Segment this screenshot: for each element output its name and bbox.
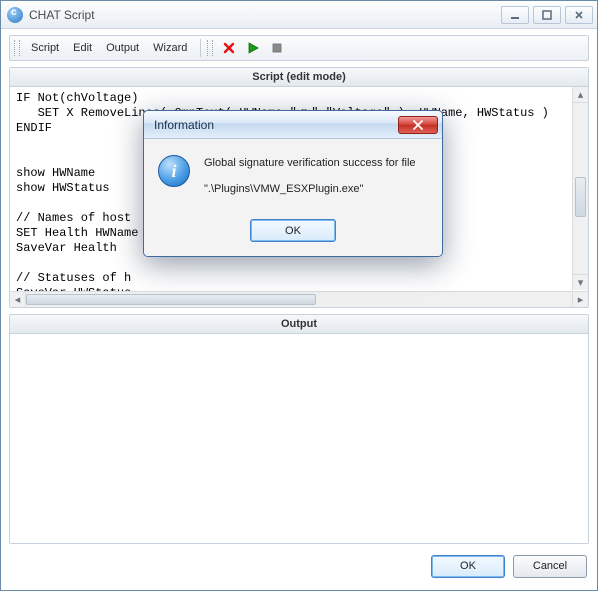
script-vscrollbar[interactable]: ▴ ▾ <box>572 87 588 290</box>
menu-script[interactable]: Script <box>24 39 66 57</box>
output-body[interactable] <box>10 334 588 543</box>
minimize-button[interactable] <box>501 6 529 24</box>
footer: OK Cancel <box>1 550 597 590</box>
dialog-line2: ".\Plugins\VMW_ESXPlugin.exe" <box>204 181 416 197</box>
scroll-down-icon[interactable]: ▾ <box>573 274 588 290</box>
ok-button[interactable]: OK <box>431 555 505 578</box>
hscroll-thumb[interactable] <box>26 294 316 305</box>
titlebar: CHAT Script <box>1 1 597 29</box>
info-icon: i <box>158 155 190 187</box>
run-button[interactable] <box>243 38 263 58</box>
stop-red-button[interactable] <box>219 38 239 58</box>
maximize-button[interactable] <box>533 6 561 24</box>
script-panel-header: Script (edit mode) <box>10 68 588 87</box>
toolbar-grip-2 <box>207 40 213 56</box>
scroll-left-icon[interactable]: ◂ <box>10 292 26 307</box>
dialog-message: Global signature verification success fo… <box>204 155 416 207</box>
dialog-line1: Global signature verification success fo… <box>204 155 416 171</box>
window-title: CHAT Script <box>29 8 501 22</box>
dialog-title: Information <box>154 118 398 132</box>
script-hscrollbar[interactable]: ◂ ▸ <box>10 291 588 307</box>
cancel-button[interactable]: Cancel <box>513 555 587 578</box>
dialog-ok-button[interactable]: OK <box>250 219 336 242</box>
menu-edit[interactable]: Edit <box>66 39 99 57</box>
scroll-up-icon[interactable]: ▴ <box>573 87 588 103</box>
dialog-titlebar: Information <box>144 111 442 139</box>
close-button[interactable] <box>565 6 593 24</box>
scroll-right-icon[interactable]: ▸ <box>572 292 588 307</box>
info-dialog: Information i Global signature verificat… <box>143 110 443 257</box>
menu-wizard[interactable]: Wizard <box>146 39 194 57</box>
main-window: CHAT Script Script Edit Output Wizard <box>0 0 598 591</box>
toolbar: Script Edit Output Wizard <box>9 35 589 61</box>
menu-output[interactable]: Output <box>99 39 146 57</box>
app-icon <box>7 7 23 23</box>
dialog-close-button[interactable] <box>398 116 438 134</box>
toolbar-grip <box>14 40 20 56</box>
toolbar-separator <box>200 39 201 57</box>
vscroll-thumb[interactable] <box>575 177 586 217</box>
output-panel-header: Output <box>10 315 588 334</box>
stop-grey-button[interactable] <box>267 38 287 58</box>
output-panel: Output <box>9 314 589 544</box>
